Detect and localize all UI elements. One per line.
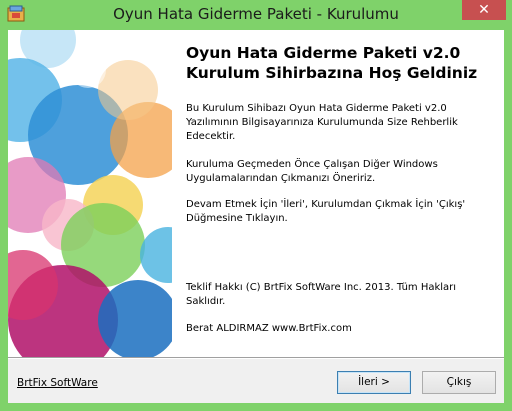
close-apps-paragraph: Kuruluma Geçmeden Önce Çalışan Diğer Win… — [186, 159, 438, 184]
intro-paragraph: Bu Kurulum Sihibazı Oyun Hata Giderme Pa… — [186, 103, 458, 142]
welcome-banner-image — [8, 30, 172, 357]
window-title: Oyun Hata Giderme Paketi - Kurulumu — [113, 5, 399, 23]
next-button[interactable]: İleri > — [337, 371, 411, 394]
welcome-heading-line1: Oyun Hata Giderme Paketi v2.0 — [186, 44, 461, 62]
welcome-heading-line2: Kurulum Sihirbazına Hoş Geldiniz — [186, 64, 478, 82]
continue-instructions-paragraph: Devam Etmek İçin 'İleri', Kurulumdan Çık… — [186, 199, 466, 224]
brtfix-software-link[interactable]: BrtFix SoftWare — [17, 377, 98, 389]
welcome-content: Oyun Hata Giderme Paketi v2.0 Kurulum Si… — [172, 30, 504, 357]
wizard-client-area: Oyun Hata Giderme Paketi v2.0 Kurulum Si… — [8, 30, 504, 403]
welcome-heading: Oyun Hata Giderme Paketi v2.0 Kurulum Si… — [186, 43, 477, 83]
title-bar[interactable]: Oyun Hata Giderme Paketi - Kurulumu ✕ — [0, 0, 512, 30]
installer-window: Oyun Hata Giderme Paketi - Kurulumu ✕ Oy… — [0, 0, 512, 411]
close-button[interactable]: ✕ — [462, 0, 506, 20]
author-text: Berat ALDIRMAZ www.BrtFix.com — [186, 323, 352, 334]
footer-divider-highlight — [8, 358, 504, 359]
close-icon: ✕ — [478, 2, 490, 18]
exit-button[interactable]: Çıkış — [422, 371, 496, 394]
copyright-text: Teklif Hakkı (C) BrtFix SoftWare Inc. 20… — [186, 282, 457, 307]
colorful-circles-graphic — [8, 30, 172, 357]
